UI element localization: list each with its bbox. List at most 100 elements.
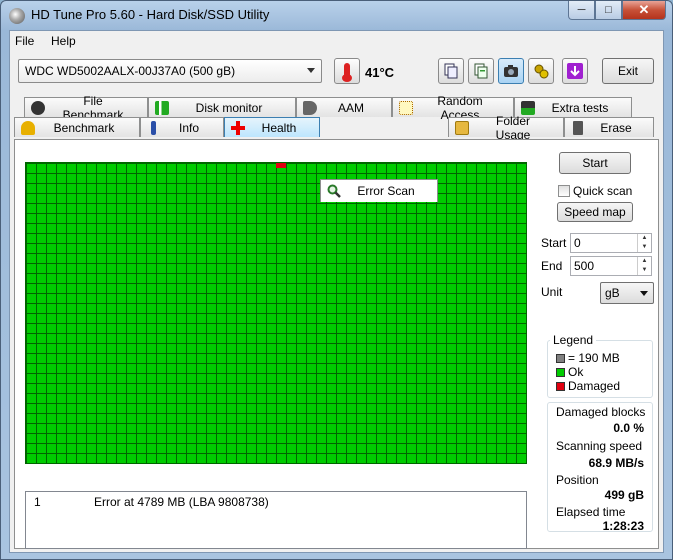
unit-label: Unit <box>541 285 563 299</box>
scanning-speed-value: 68.9 MB/s <box>588 456 644 470</box>
error-log-message: Error at 4789 MB (LBA 9808738) <box>94 495 269 509</box>
tab-label: Health <box>261 120 297 135</box>
window-controls: ─ □ ✕ <box>568 1 666 20</box>
quick-scan-checkbox[interactable]: Quick scan <box>558 184 632 198</box>
error-log-index: 1 <box>34 495 41 509</box>
tab-label: Benchmark <box>53 120 115 135</box>
legend-item-block-size: = 190 MB <box>556 351 620 365</box>
health-cross-icon <box>231 120 245 135</box>
spin-up-icon[interactable]: ▲ <box>638 257 651 266</box>
minimize-button[interactable]: ─ <box>568 1 595 20</box>
tab-file-benchmark[interactable]: File Benchmark <box>24 94 148 122</box>
app-icon[interactable] <box>9 8 25 24</box>
close-button[interactable]: ✕ <box>622 1 666 20</box>
tab-error-scan[interactable]: Error Scan <box>320 179 438 202</box>
menu-help[interactable]: Help <box>51 34 76 48</box>
temperature-readout: 41°C <box>365 65 395 80</box>
damaged-blocks-value: 0.0 % <box>613 421 644 435</box>
trash-icon <box>573 120 583 135</box>
extra-tests-icon <box>521 100 535 115</box>
spin-up-icon[interactable]: ▲ <box>638 234 651 243</box>
temperature-button[interactable] <box>334 58 360 84</box>
tab-folder-usage[interactable]: Folder Usage <box>448 114 564 142</box>
start-field-value: 0 <box>574 236 581 250</box>
start-field[interactable]: 0 ▲ ▼ <box>570 233 652 253</box>
toolbar: WDC WD5002AALX-00J37A0 (500 gB) 41°C Exi… <box>10 51 663 95</box>
tab-health[interactable]: Health <box>224 117 320 137</box>
app-window: HD Tune Pro 5.60 - Hard Disk/SSD Utility… <box>0 0 673 560</box>
legend-item-ok: Ok <box>556 365 583 379</box>
chevron-down-icon <box>307 68 315 73</box>
menu-bar: File Help <box>10 31 663 51</box>
spin-down-icon[interactable]: ▼ <box>638 243 651 252</box>
tab-benchmark[interactable]: Benchmark <box>14 117 140 137</box>
start-spinner[interactable]: ▲ ▼ <box>637 234 651 252</box>
tab-label: Error Scan <box>357 184 415 198</box>
close-icon: ✕ <box>638 2 650 17</box>
window-title: HD Tune Pro 5.60 - Hard Disk/SSD Utility <box>31 7 270 22</box>
tab-label: Extra tests <box>551 100 609 115</box>
tab-disk-monitor[interactable]: Disk monitor <box>148 97 296 117</box>
title-bar[interactable]: HD Tune Pro 5.60 - Hard Disk/SSD Utility… <box>1 1 672 29</box>
exit-button[interactable]: Exit <box>602 58 654 84</box>
end-spinner[interactable]: ▲ ▼ <box>637 257 651 275</box>
screenshot-button[interactable] <box>498 58 524 84</box>
elapsed-time-label: Elapsed time <box>556 505 626 519</box>
quick-scan-label: Quick scan <box>573 184 633 198</box>
client-area: File Help WDC WD5002AALX-00J37A0 (500 gB… <box>9 30 664 553</box>
thermometer-icon <box>342 63 352 82</box>
camera-icon <box>504 65 518 77</box>
legend-swatch-red <box>556 381 565 391</box>
options-icon <box>534 64 549 79</box>
tab-label: Folder Usage <box>495 113 531 142</box>
save-icon <box>567 63 583 79</box>
copy-all-icon <box>474 63 488 79</box>
tab-label: Erase <box>600 120 632 135</box>
maximize-icon: □ <box>605 4 612 16</box>
legend-label: Damaged <box>568 379 621 393</box>
tab-label: Disk monitor <box>195 100 263 115</box>
options-button[interactable] <box>528 58 554 84</box>
tab-label: AAM <box>337 100 364 115</box>
start-field-label: Start <box>541 236 567 250</box>
folder-icon <box>455 120 469 135</box>
unit-select-value: gB <box>605 286 620 300</box>
legend-swatch-green <box>556 367 565 377</box>
menu-file[interactable]: File <box>15 34 34 48</box>
end-field-value: 500 <box>574 259 595 273</box>
speed-map-button[interactable]: Speed map <box>557 202 633 222</box>
damaged-blocks-label: Damaged blocks <box>556 405 646 419</box>
copy-button[interactable] <box>438 58 464 84</box>
end-field-label: End <box>541 259 563 273</box>
maximize-button[interactable]: □ <box>595 1 622 20</box>
random-access-icon <box>399 100 413 115</box>
tab-bar: File Benchmark Disk monitor AAM Random A… <box>10 94 663 202</box>
tab-aam[interactable]: AAM <box>296 97 392 117</box>
legend-title: Legend <box>550 333 597 347</box>
error-log[interactable]: 1 Error at 4789 MB (LBA 9808738) <box>25 491 527 549</box>
unit-select[interactable]: gB <box>600 282 654 304</box>
start-button[interactable]: Start <box>559 152 631 174</box>
legend-item-damaged: Damaged <box>556 379 620 393</box>
checkbox-box[interactable] <box>558 185 570 197</box>
spin-down-icon[interactable]: ▼ <box>638 266 651 275</box>
scan-block-grid <box>25 162 527 464</box>
scanning-speed-label: Scanning speed <box>556 439 643 453</box>
copy-icon <box>444 63 458 79</box>
drive-select[interactable]: WDC WD5002AALX-00J37A0 (500 gB) <box>18 59 322 83</box>
disk-monitor-icon <box>155 100 169 115</box>
save-button[interactable] <box>562 58 588 84</box>
damaged-block <box>276 163 286 168</box>
copy-all-button[interactable] <box>468 58 494 84</box>
speaker-icon <box>303 100 317 115</box>
end-field[interactable]: 500 ▲ ▼ <box>570 256 652 276</box>
tab-erase[interactable]: Erase <box>564 117 654 137</box>
tab-info[interactable]: Info <box>140 117 224 137</box>
file-benchmark-icon <box>31 100 45 115</box>
tab-label: Info <box>178 120 199 135</box>
position-label: Position <box>556 473 599 487</box>
magnifier-icon <box>327 184 341 198</box>
legend-label: Ok <box>568 365 584 379</box>
minimize-icon: ─ <box>577 4 586 16</box>
position-value: 499 gB <box>604 488 644 502</box>
